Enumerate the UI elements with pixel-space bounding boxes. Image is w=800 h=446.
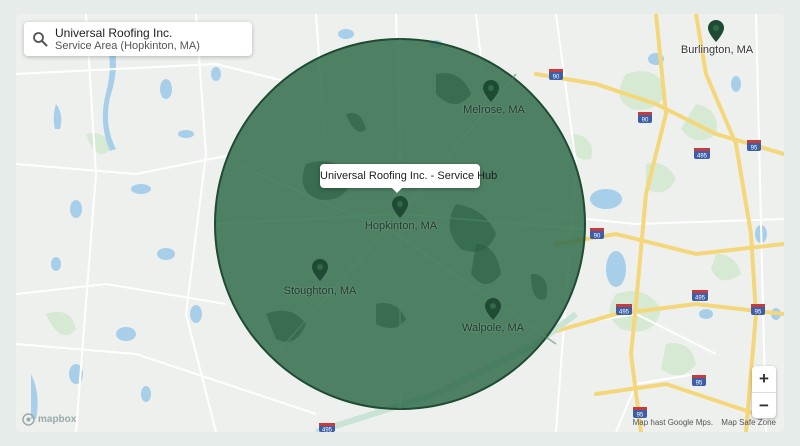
search-icon — [33, 32, 48, 47]
business-name: Universal Roofing Inc. — [55, 26, 173, 40]
map-pin-icon[interactable] — [485, 298, 501, 320]
map-pin-icon[interactable] — [312, 259, 328, 281]
shield-label: 495 — [697, 154, 708, 160]
mapbox-logo-icon — [22, 412, 35, 426]
mapbox-logo-text: mapbox — [38, 413, 77, 425]
mapbox-logo[interactable]: mapbox — [22, 412, 76, 426]
zoom-in-button[interactable]: + — [752, 366, 776, 392]
zoom-control: + − — [752, 366, 776, 418]
service-area-subtitle: Service Area (Hopkinton, MA) — [55, 40, 200, 52]
shield-label: 95 — [751, 146, 758, 152]
shield-label: 95 — [755, 310, 762, 316]
map-pin-icon[interactable] — [708, 20, 724, 42]
city-label-stoughton: Stoughton, MA — [283, 285, 357, 297]
shield-label: 495 — [695, 296, 706, 302]
city-label-burlington: Burlington, MA — [680, 44, 754, 56]
city-label-walpole: Walpole, MA — [462, 322, 524, 334]
map-attribution: Map hast Google Mps. Map Safe Zone — [627, 418, 776, 427]
popup-tip — [391, 187, 403, 193]
map-view[interactable]: 90 90 495 95 90 495 495 95 95 495 95 Bur… — [16, 14, 784, 432]
attribution-left[interactable]: Map hast Google Mps. — [633, 418, 713, 427]
service-hub-popup: Universal Roofing Inc. - Service Hub — [320, 164, 497, 188]
shield-label: 90 — [553, 75, 560, 81]
city-label-hopkinton: Hopkinton, MA — [364, 220, 438, 232]
location-search-card[interactable]: Universal Roofing Inc. Service Area (Hop… — [24, 22, 252, 56]
shield-label: 495 — [619, 310, 630, 316]
shield-label: 90 — [594, 234, 601, 240]
map-pin-icon[interactable] — [392, 196, 408, 218]
zoom-out-button[interactable]: − — [752, 393, 776, 419]
shield-label: 90 — [642, 118, 649, 124]
city-label-melrose: Melrose, MA — [463, 104, 525, 116]
attribution-right[interactable]: Map Safe Zone — [721, 418, 776, 427]
shield-label: 95 — [696, 381, 703, 387]
map-pin-icon[interactable] — [483, 80, 499, 102]
shield-label: 495 — [322, 428, 333, 433]
